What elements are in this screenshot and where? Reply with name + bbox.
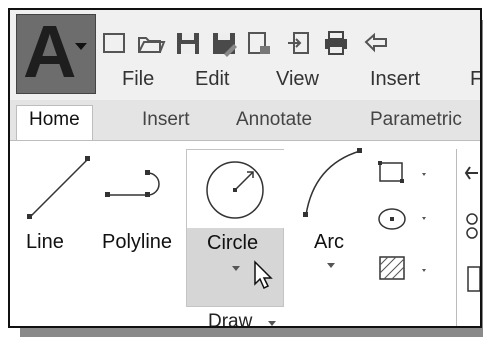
rectangle-icon[interactable] xyxy=(378,161,426,183)
menu-format[interactable]: F xyxy=(470,68,480,91)
application-button[interactable]: A xyxy=(16,10,96,94)
tab-parametric[interactable]: Parametric xyxy=(370,109,462,131)
quick-access-toolbar xyxy=(103,31,387,57)
save-as-icon[interactable] xyxy=(213,33,237,57)
arc-icon xyxy=(303,148,362,217)
line-icon xyxy=(27,156,90,219)
line-label: Line xyxy=(26,231,64,253)
screenshot-frame: A File Edit View Insert F Home Insert An… xyxy=(8,8,482,328)
ribbon-tabs: Home Insert Annotate Parametric xyxy=(10,100,480,141)
menu-view[interactable]: View xyxy=(276,68,319,91)
arc-dropdown-icon[interactable] xyxy=(327,263,335,268)
draw-panel: Line Polyline Circle Arc Draw xyxy=(10,140,480,326)
polyline-label: Polyline xyxy=(102,231,173,253)
import-icon[interactable] xyxy=(288,32,309,54)
tab-home[interactable]: Home xyxy=(16,105,93,141)
arc-tool-button[interactable]: Arc xyxy=(296,145,366,275)
line-tool-button[interactable]: Line xyxy=(18,145,94,265)
open-file-icon[interactable] xyxy=(138,37,166,53)
print-icon[interactable] xyxy=(325,31,347,55)
draw-panel-title[interactable]: Draw xyxy=(208,311,252,326)
small-draw-tools xyxy=(378,161,426,280)
open-from-web-icon[interactable] xyxy=(248,32,270,54)
tab-annotate[interactable]: Annotate xyxy=(236,109,312,131)
ellipse-icon[interactable] xyxy=(378,208,426,230)
save-icon[interactable] xyxy=(177,33,199,54)
circle-icon xyxy=(187,150,285,228)
menu-file[interactable]: File xyxy=(122,68,154,91)
circle-dropdown-icon[interactable] xyxy=(232,266,240,271)
app-menu-caret-icon xyxy=(75,43,87,50)
draw-panel-expand-icon[interactable] xyxy=(268,321,276,326)
title-bar: A File Edit View Insert F xyxy=(10,10,480,100)
modify-panel-edge xyxy=(464,166,480,292)
tab-insert[interactable]: Insert xyxy=(142,109,190,131)
polyline-icon xyxy=(105,170,160,197)
app-logo-letter: A xyxy=(23,10,77,93)
panel-separator xyxy=(456,149,457,326)
arc-label: Arc xyxy=(314,231,344,253)
menu-insert[interactable]: Insert xyxy=(370,68,420,91)
hatch-icon[interactable] xyxy=(379,256,426,280)
undo-icon[interactable] xyxy=(364,32,387,53)
circle-tool-button[interactable]: Circle xyxy=(186,149,285,307)
polyline-tool-button[interactable]: Polyline xyxy=(96,145,186,265)
circle-label: Circle xyxy=(207,232,259,254)
new-file-icon[interactable] xyxy=(103,33,125,53)
menu-edit[interactable]: Edit xyxy=(195,68,229,91)
mouse-cursor-icon xyxy=(254,260,273,290)
